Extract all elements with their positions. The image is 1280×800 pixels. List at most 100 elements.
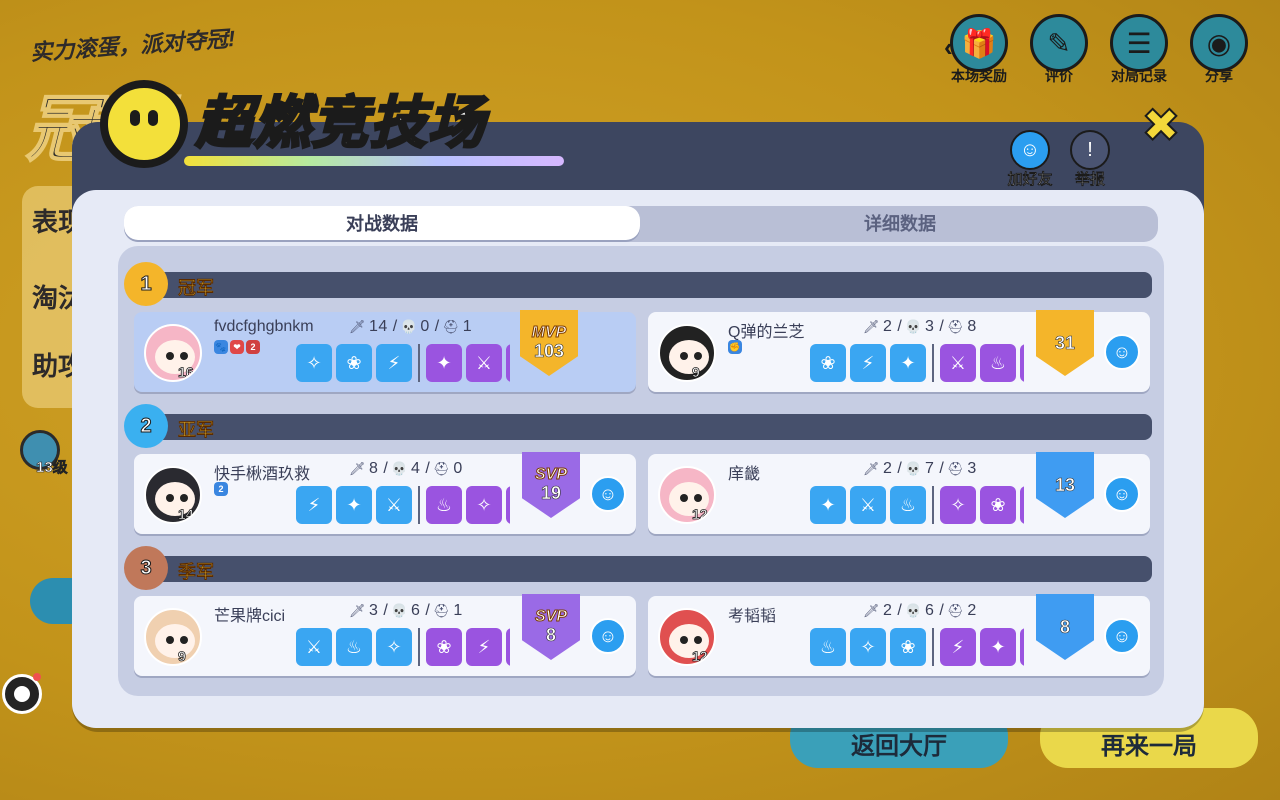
rank-label: 亚军: [178, 420, 214, 440]
skill-icon: ❀: [336, 344, 372, 382]
medal-value: 31: [1054, 333, 1076, 354]
avatar[interactable]: 9: [658, 324, 716, 382]
medal-value: 19: [540, 483, 562, 504]
score-medal: SVP 19: [522, 452, 580, 518]
player-card[interactable]: 16fvdcfghgbnkm🗡14 /💀0 /⛑1🐾❤2✧❀⚡✦⚔♨MVP103: [134, 310, 636, 392]
level-badge: 13级: [20, 430, 80, 476]
badge-icon: 2: [246, 340, 260, 354]
skill-icon: ✧: [850, 628, 886, 666]
player-card[interactable]: 9 芒果牌cici 🗡3 /💀6 /⛑1 ⚔♨✧ ❀⚡✦ SVP8 ☺: [134, 594, 636, 676]
report-button[interactable]: ! 举报: [1060, 130, 1120, 189]
rate-button[interactable]: ✎ 评价: [1028, 14, 1090, 86]
player-stats: 🗡 8 /💀 4 /⛑ 0: [349, 460, 463, 477]
player-stats: 🗡 3 /💀 6 /⛑ 1: [349, 602, 463, 619]
player-stats: 🗡 2 /💀 3 /⛑ 8: [863, 318, 977, 335]
helmet-icon: ⛑: [947, 461, 965, 476]
skill-icon: ♨: [980, 344, 1016, 382]
tab-bar: 对战数据 详细数据: [124, 206, 1158, 242]
player-card[interactable]: 12 考韬韬 🗡2 /💀6 /⛑2 ♨✧❀ ⚡✦⚔ 8 ☺: [648, 594, 1150, 676]
skill-icon: ♨: [810, 628, 846, 666]
add-friend-icon: ☺: [1010, 130, 1050, 170]
add-friend-icon[interactable]: ☺: [1104, 476, 1140, 512]
skill-icon: ❀: [426, 628, 462, 666]
dialog-title: 超燃竞技场: [195, 90, 486, 156]
skill-row: ♨✧❀ ⚡✦⚔: [810, 628, 1024, 666]
player-tags: 🐾 ❤ 2: [214, 340, 260, 354]
skill-icon: ♨: [890, 486, 926, 524]
assists-value: 0: [453, 460, 463, 477]
player-card[interactable]: 9 Q弹的兰芝 🗡2 /💀3 /⛑8 ✊ ❀⚡✦ ⚔♨✧ 31 ☺: [648, 310, 1150, 392]
skill-divider: [932, 486, 934, 524]
close-icon[interactable]: ✖: [1140, 101, 1182, 149]
top-icon-bar: 🎁 本场奖励 ✎ 评价 ☰ 对局记录 ◉ 分享: [948, 14, 1250, 86]
add-friend-icon[interactable]: ☺: [1104, 618, 1140, 654]
skill-icon: ⚡: [296, 486, 332, 524]
score-medal: 31: [1036, 310, 1094, 376]
medal-title: SVP: [534, 608, 567, 625]
tab-detail-data[interactable]: 详细数据: [642, 206, 1158, 240]
add-friend-icon[interactable]: ☺: [590, 476, 626, 512]
smile-logo-icon: [100, 80, 188, 168]
skill-row: ✦⚔♨ ✧❀⚡: [810, 486, 1024, 524]
kills-value: 2: [883, 602, 893, 619]
kills-value: 2: [883, 460, 893, 477]
deaths-value: 6: [411, 602, 421, 619]
add-friend-icon[interactable]: ☺: [1104, 334, 1140, 370]
rank-bar: [130, 414, 1152, 440]
kills-value: 14: [369, 318, 388, 335]
avatar[interactable]: 9: [144, 608, 202, 666]
notification-dot: [33, 673, 41, 681]
rank-label: 季军: [178, 562, 214, 582]
assists-value: 1: [462, 318, 473, 335]
skull-icon: 💀: [391, 461, 408, 476]
player-card[interactable]: 14 快手楸酒玖救 🗡8 /💀4 /⛑0 2 ⚡✦⚔ ♨✧❀ SVP19 ☺: [134, 452, 636, 534]
skull-icon: 💀: [400, 319, 418, 334]
skill-icon: ⚡: [850, 344, 886, 382]
avatar[interactable]: 12: [658, 608, 716, 666]
match-reward-button[interactable]: 🎁 本场奖励: [948, 14, 1010, 86]
avatar[interactable]: 16: [144, 324, 202, 382]
skill-divider: [418, 486, 420, 524]
kill-icon: 🗡: [863, 319, 881, 334]
match-record-button[interactable]: ☰ 对局记录: [1108, 14, 1170, 86]
badge-icon: 2: [214, 482, 228, 496]
skill-icon: ✦: [426, 344, 462, 382]
avatar[interactable]: 12: [658, 466, 716, 524]
player-level: 12: [692, 648, 708, 664]
deaths-value: 6: [925, 602, 935, 619]
score-medal: 13: [1036, 452, 1094, 518]
player-stats: 🗡 14 /💀 0 /⛑ 1: [349, 318, 473, 335]
gift-icon: 🎁: [950, 14, 1008, 72]
deaths-value: 4: [411, 460, 421, 477]
assists-value: 1: [453, 602, 463, 619]
skill-icon: ⚡: [1020, 486, 1024, 524]
rank-badge: 3: [124, 546, 168, 590]
rank-label: 冠军: [178, 278, 214, 298]
tab-battle-data[interactable]: 对战数据: [124, 206, 640, 240]
player-name: 考韬韬: [728, 608, 777, 625]
add-friend-button[interactable]: ☺ 加好友: [1000, 130, 1060, 189]
skill-divider: [418, 344, 420, 382]
rank-bar: [130, 556, 1152, 582]
floating-ball[interactable]: [2, 673, 42, 714]
assists-value: 3: [967, 460, 977, 477]
helmet-icon: ⛑: [947, 319, 965, 334]
medal-value: 8: [1059, 617, 1071, 638]
avatar[interactable]: 14: [144, 466, 202, 524]
helmet-icon: ⛑: [433, 461, 451, 476]
skill-icon: ✦: [980, 628, 1016, 666]
medal-value: 13: [1054, 475, 1076, 496]
skill-icon: ⚔: [466, 344, 502, 382]
score-medal: SVP 8: [522, 594, 580, 660]
skill-icon: ✧: [466, 486, 502, 524]
medal-value: 8: [545, 625, 557, 646]
player-card[interactable]: 12 庠畿 🗡2 /💀7 /⛑3 ✦⚔♨ ✧❀⚡ 13 ☺: [648, 452, 1150, 534]
share-button[interactable]: ◉ 分享: [1188, 14, 1250, 86]
deaths-value: 3: [925, 318, 935, 335]
kill-icon: 🗡: [863, 603, 881, 618]
skill-icon: ✦: [336, 486, 372, 524]
skill-icon: ❀: [506, 486, 510, 524]
skill-icon: ✧: [1020, 344, 1024, 382]
add-friend-icon[interactable]: ☺: [590, 618, 626, 654]
skill-icon: ♨: [336, 628, 372, 666]
